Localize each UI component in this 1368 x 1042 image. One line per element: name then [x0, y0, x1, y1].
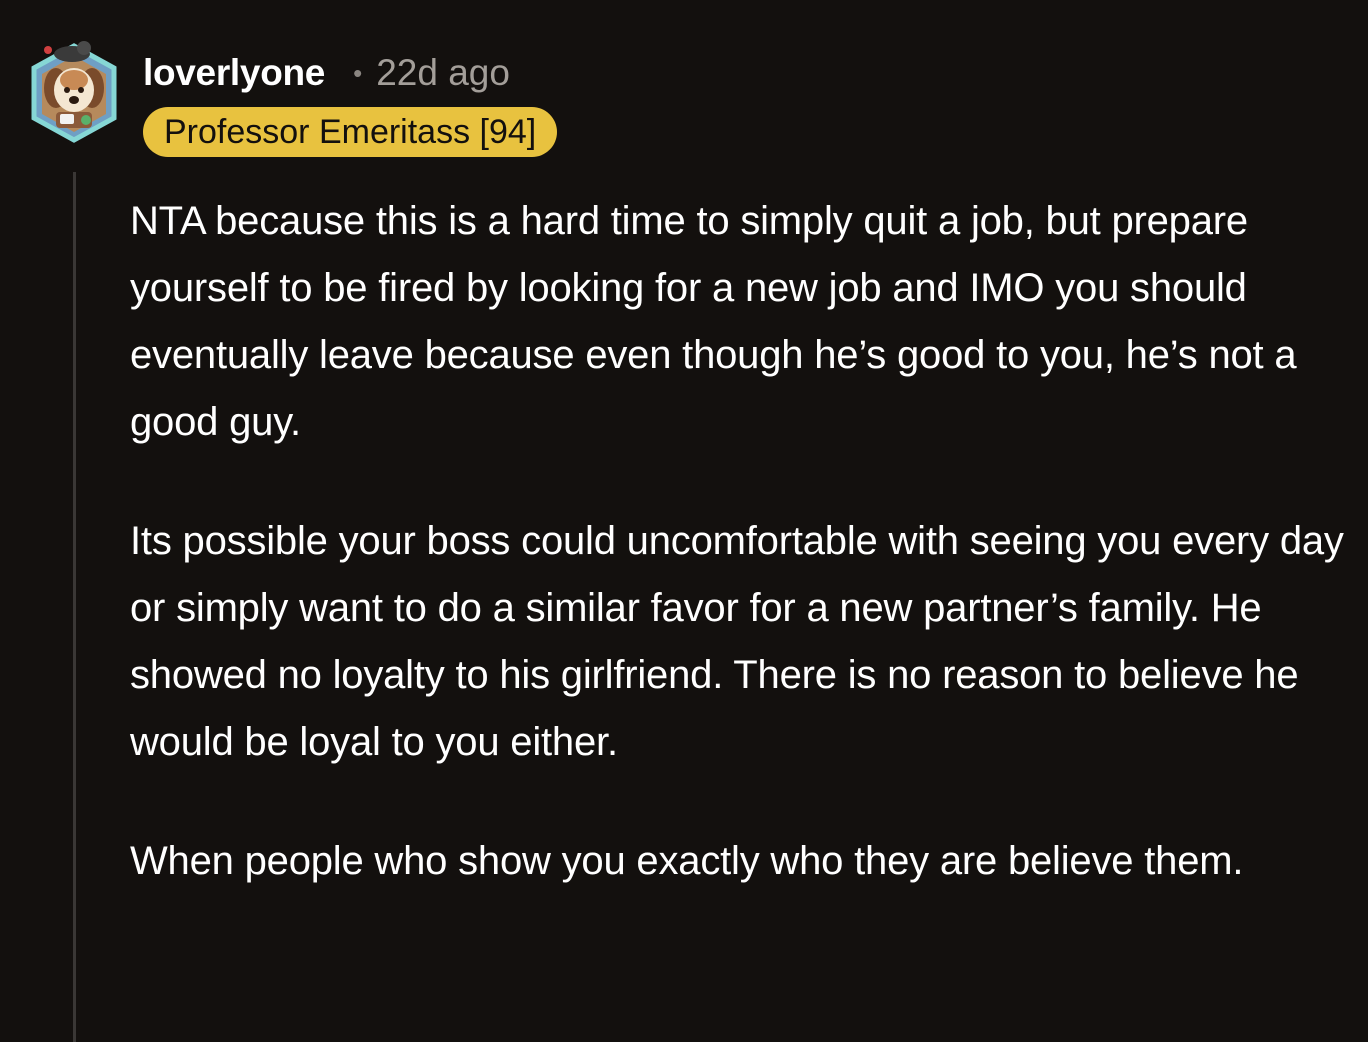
comment-paragraph: NTA because this is a hard time to simpl…: [130, 199, 1297, 444]
comment-header: loverlyone • 22d ago: [143, 48, 510, 98]
user-flair: Professor Emeritass [94]: [143, 107, 558, 157]
meta-separator: •: [353, 57, 363, 88]
user-avatar[interactable]: [26, 38, 122, 148]
comment-timestamp[interactable]: 22d ago: [376, 52, 510, 94]
comment-paragraph: When people who show you exactly who the…: [130, 839, 1244, 883]
thread-line[interactable]: [73, 172, 76, 1042]
dog-avatar-icon: [31, 41, 117, 143]
comment-paragraph: Its possible your boss could uncomfortab…: [130, 519, 1344, 764]
comment-body: NTA because this is a hard time to simpl…: [130, 188, 1345, 947]
username-link[interactable]: loverlyone: [143, 52, 325, 94]
